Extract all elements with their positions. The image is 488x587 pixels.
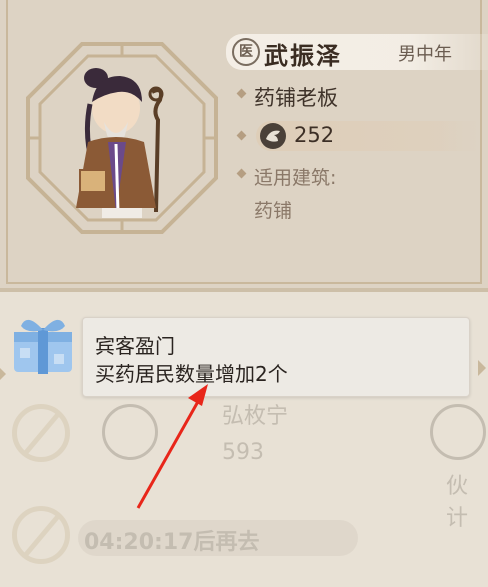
row1-right-label: 伙计 bbox=[446, 474, 469, 531]
row2-timer: 04:20:17后再去 bbox=[84, 530, 260, 555]
stat-icon bbox=[260, 123, 286, 149]
character-name: 武振泽 bbox=[264, 42, 342, 70]
applies-building-label: 适用建筑: bbox=[254, 167, 337, 189]
panel-bottom-line bbox=[0, 288, 488, 292]
clinic-badge-icon: 医 bbox=[232, 38, 260, 66]
skill-description: 买药居民数量增加2个 bbox=[95, 362, 288, 386]
stat-value: 252 bbox=[294, 123, 335, 147]
scroll-left-indicator bbox=[0, 368, 6, 380]
character-role: 药铺老板 bbox=[254, 86, 338, 110]
stat-bar bbox=[256, 121, 480, 151]
gift-box-icon[interactable] bbox=[10, 316, 76, 376]
avatar bbox=[430, 404, 486, 460]
row1-name: 弘枚宁 bbox=[222, 404, 289, 429]
character-portrait[interactable] bbox=[66, 62, 178, 222]
scroll-right-indicator bbox=[478, 360, 486, 376]
forbidden-icon bbox=[12, 404, 70, 462]
avatar bbox=[102, 404, 158, 460]
character-type: 男中年 bbox=[398, 44, 452, 65]
applies-building-value: 药铺 bbox=[254, 200, 293, 222]
forbidden-icon bbox=[12, 506, 70, 564]
row1-value: 593 bbox=[222, 440, 264, 465]
skill-title: 宾客盈门 bbox=[95, 334, 175, 358]
skill-tooltip: 宾客盈门 买药居民数量增加2个 bbox=[82, 317, 470, 397]
